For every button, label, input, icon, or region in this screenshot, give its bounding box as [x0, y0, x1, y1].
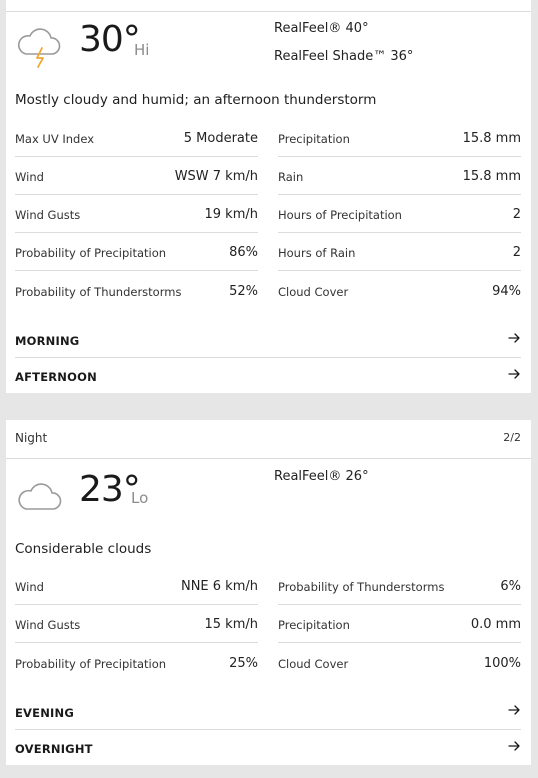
overnight-link-label: OVERNIGHT	[15, 742, 93, 756]
stat-label: Probability of Thunderstorms	[278, 580, 445, 594]
stat-row: Precipitation 0.0 mm	[278, 605, 521, 643]
day-temperature: 30°	[79, 19, 141, 60]
stat-value: 86%	[229, 245, 258, 260]
night-temp-lo-label: Lo	[131, 489, 149, 507]
stat-value: 94%	[492, 284, 521, 299]
evening-link-label: EVENING	[15, 706, 74, 720]
stat-value: 19 km/h	[204, 207, 259, 222]
stat-value: NNE 6 km/h	[180, 579, 258, 594]
stat-label: Precipitation	[278, 132, 350, 146]
stat-label: Wind Gusts	[15, 618, 81, 632]
stat-value: 2	[512, 207, 521, 222]
arrow-right-icon	[508, 705, 520, 715]
evening-link[interactable]: EVENING	[15, 694, 521, 730]
stat-row: Probability of Precipitation 25%	[15, 644, 258, 682]
afternoon-link[interactable]: AFTERNOON	[15, 358, 521, 394]
day-realfeel: RealFeel® 40°	[274, 21, 369, 36]
stat-row: Probability of Thunderstorms 52%	[15, 272, 258, 310]
stat-row: Hours of Precipitation 2	[278, 195, 521, 233]
night-header-label: Night	[15, 431, 48, 445]
stat-label: Cloud Cover	[278, 657, 349, 671]
stat-label: Probability of Thunderstorms	[15, 285, 182, 299]
stat-label: Wind	[15, 170, 44, 184]
stat-label: Probability of Precipitation	[15, 657, 167, 671]
night-phrase: Considerable clouds	[15, 541, 152, 557]
stat-label: Max UV Index	[15, 132, 95, 146]
stat-label: Rain	[278, 170, 304, 184]
day-realfeel-shade: RealFeel Shade™ 36°	[274, 49, 414, 64]
morning-link-label: MORNING	[15, 334, 80, 348]
thunderstorm-cloud-icon	[17, 28, 61, 68]
day-temp-hi-label: Hi	[134, 41, 150, 59]
stat-value: 15 km/h	[204, 617, 259, 632]
stat-row: Wind Gusts 19 km/h	[15, 195, 258, 233]
night-realfeel: RealFeel® 26°	[274, 469, 369, 484]
morning-link[interactable]: MORNING	[15, 322, 521, 358]
stat-label: Hours of Precipitation	[278, 208, 402, 222]
stat-value: 52%	[229, 284, 258, 299]
night-header: Night 2/2	[6, 420, 531, 459]
stat-value: 6%	[500, 579, 521, 594]
stat-value: 5 Moderate	[183, 131, 258, 146]
arrow-right-icon	[508, 741, 520, 751]
stat-value: 25%	[229, 656, 258, 671]
stat-row: Rain 15.8 mm	[278, 157, 521, 195]
stat-row: Probability of Thunderstorms 6%	[278, 567, 521, 605]
stat-value: WSW 7 km/h	[174, 169, 258, 184]
arrow-right-icon	[508, 369, 520, 379]
overnight-link[interactable]: OVERNIGHT	[15, 730, 521, 766]
arrow-right-icon	[508, 333, 520, 343]
stat-row: Hours of Rain 2	[278, 233, 521, 271]
afternoon-link-label: AFTERNOON	[15, 370, 97, 384]
stat-value: 0.0 mm	[470, 617, 521, 632]
stat-value: 15.8 mm	[462, 131, 521, 146]
stat-label: Cloud Cover	[278, 285, 349, 299]
stat-label: Wind	[15, 580, 44, 594]
stat-label: Probability of Precipitation	[15, 246, 167, 260]
top-divider	[6, 11, 531, 12]
stat-row: Cloud Cover 94%	[278, 272, 521, 310]
stat-row: Wind NNE 6 km/h	[15, 567, 258, 605]
stat-label: Precipitation	[278, 618, 350, 632]
night-forecast-card: Night 2/2 23° Lo RealFeel® 26° Considera…	[6, 420, 531, 765]
stat-value: 15.8 mm	[462, 169, 521, 184]
stat-value: 100%	[483, 656, 521, 671]
stat-row: Wind WSW 7 km/h	[15, 157, 258, 195]
stat-row: Wind Gusts 15 km/h	[15, 605, 258, 643]
day-forecast-card: 30° Hi RealFeel® 40° RealFeel Shade™ 36°…	[6, 0, 531, 393]
stat-row: Precipitation 15.8 mm	[278, 119, 521, 157]
stat-row: Max UV Index 5 Moderate	[15, 119, 258, 157]
day-phrase: Mostly cloudy and humid; an afternoon th…	[15, 92, 377, 108]
stat-label: Hours of Rain	[278, 246, 356, 260]
stat-row: Probability of Precipitation 86%	[15, 233, 258, 271]
page-indicator: 2/2	[503, 431, 521, 444]
cloud-icon	[18, 483, 62, 510]
stat-row: Cloud Cover 100%	[278, 644, 521, 682]
stat-value: 2	[512, 245, 521, 260]
stat-label: Wind Gusts	[15, 208, 81, 222]
